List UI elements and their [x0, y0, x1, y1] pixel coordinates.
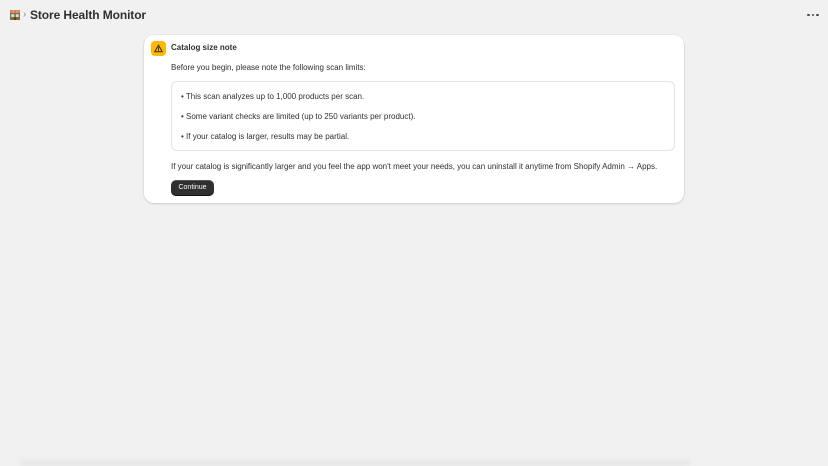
storefront-icon: [10, 10, 20, 20]
notice-intro: Before you begin, please note the follow…: [171, 63, 366, 72]
page-title: Store Health Monitor: [30, 8, 147, 22]
ellipsis-icon: [807, 13, 810, 17]
notice-title: Catalog size note: [171, 43, 237, 52]
list-item: • Some variant checks are limited (up to…: [181, 112, 416, 121]
breadcrumb-separator: ›: [23, 9, 27, 20]
warning-badge: [151, 41, 166, 56]
app-header: › Store Health Monitor: [0, 0, 828, 30]
list-item: • This scan analyzes up to 1,000 product…: [181, 92, 365, 101]
uninstall-note: If your catalog is significantly larger …: [171, 162, 658, 171]
bottom-shadow: [20, 456, 690, 466]
continue-button[interactable]: Continue: [171, 180, 214, 196]
warning-icon: [154, 44, 163, 53]
list-item: • If your catalog is larger, results may…: [181, 132, 350, 141]
catalog-size-notice-card: Catalog size note Before you begin, plea…: [144, 35, 684, 203]
more-actions-button[interactable]: [805, 9, 821, 21]
scan-limits-list: • This scan analyzes up to 1,000 product…: [171, 81, 675, 151]
